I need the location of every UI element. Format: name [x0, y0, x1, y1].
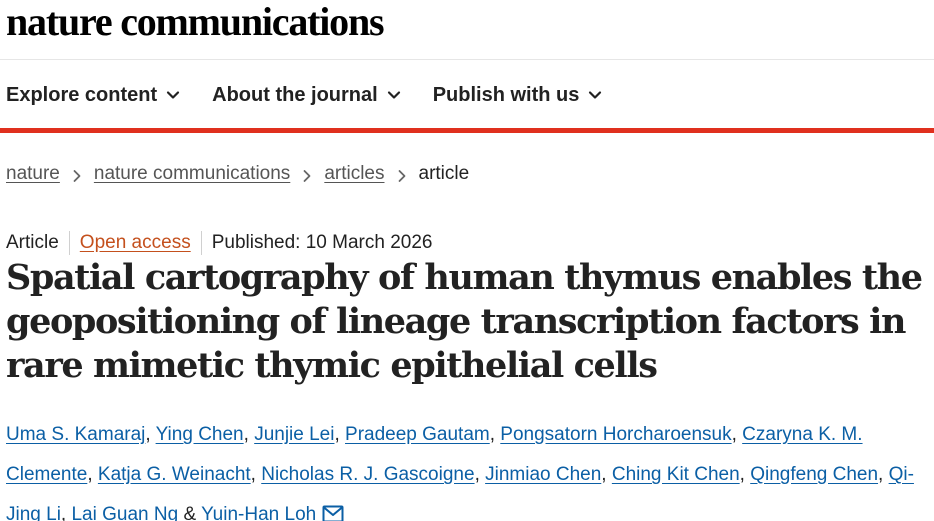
- author-link[interactable]: Ching Kit Chen: [612, 464, 740, 485]
- author-link[interactable]: Katja G. Weinacht: [98, 464, 251, 485]
- breadcrumb: nature nature communications articles ar…: [6, 160, 469, 188]
- nav-publish-with-us[interactable]: Publish with us: [433, 84, 603, 107]
- meta-divider: [200, 231, 202, 255]
- nav-item-label: About the journal: [212, 83, 378, 106]
- author-link[interactable]: Pradeep Gautam: [345, 424, 490, 445]
- open-access-link[interactable]: Open access: [80, 232, 191, 254]
- breadcrumb-current: article: [418, 163, 470, 184]
- author-link[interactable]: Junjie Lei: [254, 424, 334, 445]
- breadcrumb-articles[interactable]: articles: [324, 163, 384, 185]
- article-title: Spatial cartography of human thymus enab…: [6, 257, 923, 386]
- author-link[interactable]: Lai Guan Ng: [71, 504, 178, 521]
- mail-icon[interactable]: [322, 498, 344, 521]
- chevron-down-icon: [387, 88, 401, 102]
- accent-bar: [0, 128, 934, 133]
- author-link[interactable]: Uma S. Kamaraj: [6, 424, 145, 445]
- author-link[interactable]: Jinmiao Chen: [485, 464, 601, 485]
- article-meta: Article Open access Published: 10 March …: [6, 230, 432, 256]
- nav-about-journal[interactable]: About the journal: [212, 84, 401, 107]
- author-link[interactable]: Qingfeng Chen: [750, 464, 878, 485]
- author-list: Uma S. Kamaraj, Ying Chen, Junjie Lei, P…: [6, 415, 930, 521]
- chevron-down-icon: [166, 88, 180, 102]
- chevron-right-icon: [302, 167, 312, 182]
- header-divider: [0, 59, 934, 60]
- meta-divider: [68, 231, 70, 255]
- nav-item-label: Explore content: [6, 83, 158, 106]
- author-link[interactable]: Yuin-Han Loh: [201, 504, 316, 521]
- site-logo[interactable]: nature communications: [6, 0, 385, 44]
- author-link[interactable]: Pongsatorn Horcharoensuk: [500, 424, 731, 445]
- chevron-right-icon: [397, 167, 407, 182]
- breadcrumb-nature[interactable]: nature: [6, 163, 60, 185]
- published-date: Published: 10 March 2026: [211, 232, 433, 253]
- article-type: Article: [6, 232, 59, 253]
- main-nav: Explore content About the journal Publis…: [6, 80, 634, 110]
- author-link[interactable]: Nicholas R. J. Gascoigne: [261, 464, 474, 485]
- breadcrumb-nature-communications[interactable]: nature communications: [94, 163, 290, 185]
- chevron-right-icon: [72, 167, 82, 182]
- chevron-down-icon: [588, 88, 602, 102]
- nav-explore-content[interactable]: Explore content: [6, 84, 180, 107]
- nav-item-label: Publish with us: [432, 83, 580, 106]
- page: nature communications Explore content Ab…: [0, 0, 934, 521]
- author-link[interactable]: Ying Chen: [156, 424, 244, 445]
